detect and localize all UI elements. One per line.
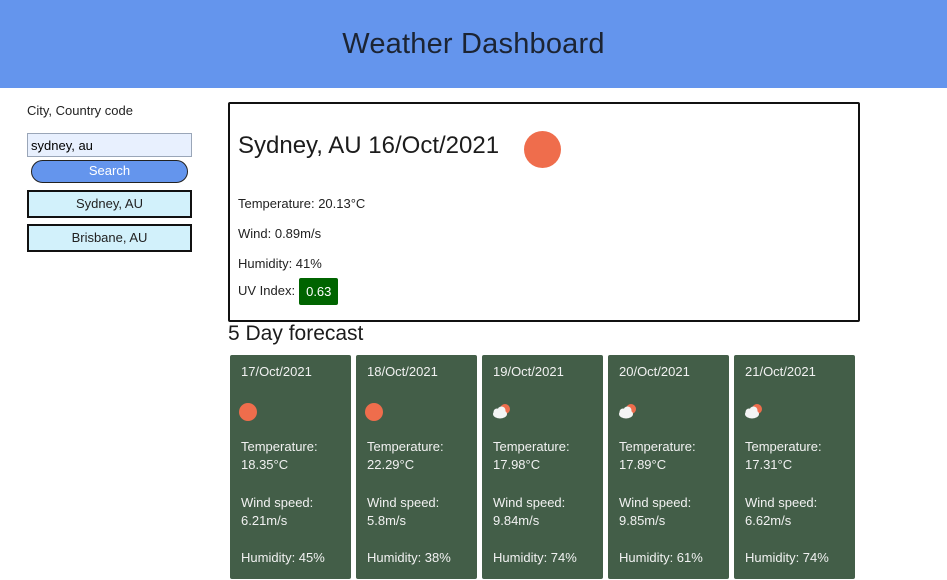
uv-label: UV Index: <box>238 282 296 298</box>
temperature-label: Temperature: <box>745 439 822 454</box>
forecast-title: 5 Day forecast <box>228 322 364 345</box>
humidity-value: Humidity: 74% <box>493 550 577 565</box>
wind-label: Wind speed: <box>241 495 314 510</box>
partly-cloudy-icon <box>617 402 637 422</box>
partly-cloudy-icon <box>491 402 511 422</box>
wind-label: Wind speed: <box>745 495 818 510</box>
humidity-value: Humidity: 74% <box>745 550 829 565</box>
forecast-date: 18/Oct/2021 <box>367 364 438 379</box>
temperature-value: 17.89°C <box>619 457 667 472</box>
sun-icon <box>239 402 259 422</box>
humidity-value: Humidity: 38% <box>367 550 451 565</box>
forecast-row: 17/Oct/2021 Temperature: 18.35°C Wind sp… <box>230 355 855 579</box>
forecast-card: 18/Oct/2021 Temperature: 22.29°C Wind sp… <box>356 355 477 579</box>
history-button-sydney[interactable]: Sydney, AU <box>27 190 192 218</box>
temperature-label: Temperature: <box>241 439 318 454</box>
uv-badge: 0.63 <box>299 278 339 305</box>
temperature-label: Temperature: <box>493 439 570 454</box>
forecast-card: 17/Oct/2021 Temperature: 18.35°C Wind sp… <box>230 355 351 579</box>
wind-value: 5.8m/s <box>367 513 407 528</box>
temperature-label: Temperature: <box>367 439 444 454</box>
sun-icon <box>365 402 385 422</box>
forecast-card: 19/Oct/2021 Temperature: 17.98°C Wind sp… <box>482 355 603 579</box>
partly-cloudy-icon <box>743 402 763 422</box>
temperature-value: 17.98°C <box>493 457 541 472</box>
sidebar: City, Country code Search Sydney, AU Bri… <box>27 103 193 252</box>
temperature-value: 17.31°C <box>745 457 793 472</box>
wind-value: 9.85m/s <box>619 513 666 528</box>
forecast-card: 21/Oct/2021 Temperature: 17.31°C Wind sp… <box>734 355 855 579</box>
wind-value: 6.21m/s <box>241 513 288 528</box>
current-city-title: Sydney, AU 16/Oct/2021 <box>238 132 500 159</box>
sun-icon <box>524 131 561 168</box>
current-humidity: Humidity: 41% <box>238 256 322 271</box>
current-uv-row: UV Index: 0.63 <box>238 278 339 305</box>
current-weather-panel: Sydney, AU 16/Oct/2021 Temperature: 20.1… <box>228 102 860 322</box>
history-button-brisbane[interactable]: Brisbane, AU <box>27 224 192 252</box>
current-temperature: Temperature: 20.13°C <box>238 196 366 211</box>
wind-label: Wind speed: <box>619 495 692 510</box>
wind-value: 6.62m/s <box>745 513 792 528</box>
page-header: Weather Dashboard <box>0 0 947 88</box>
wind-value: 9.84m/s <box>493 513 540 528</box>
forecast-date: 19/Oct/2021 <box>493 364 564 379</box>
forecast-date: 21/Oct/2021 <box>745 364 816 379</box>
temperature-label: Temperature: <box>619 439 696 454</box>
temperature-value: 22.29°C <box>367 457 415 472</box>
current-wind: Wind: 0.89m/s <box>238 226 322 241</box>
forecast-date: 17/Oct/2021 <box>241 364 312 379</box>
forecast-date: 20/Oct/2021 <box>619 364 690 379</box>
humidity-value: Humidity: 61% <box>619 550 703 565</box>
wind-label: Wind speed: <box>367 495 440 510</box>
forecast-card: 20/Oct/2021 Temperature: 17.89°C Wind sp… <box>608 355 729 579</box>
temperature-value: 18.35°C <box>241 457 289 472</box>
search-button[interactable]: Search <box>31 160 188 183</box>
city-label: City, Country code <box>27 103 133 118</box>
wind-label: Wind speed: <box>493 495 566 510</box>
humidity-value: Humidity: 45% <box>241 550 325 565</box>
page-title: Weather Dashboard <box>342 27 605 60</box>
city-search-input[interactable] <box>27 133 192 157</box>
